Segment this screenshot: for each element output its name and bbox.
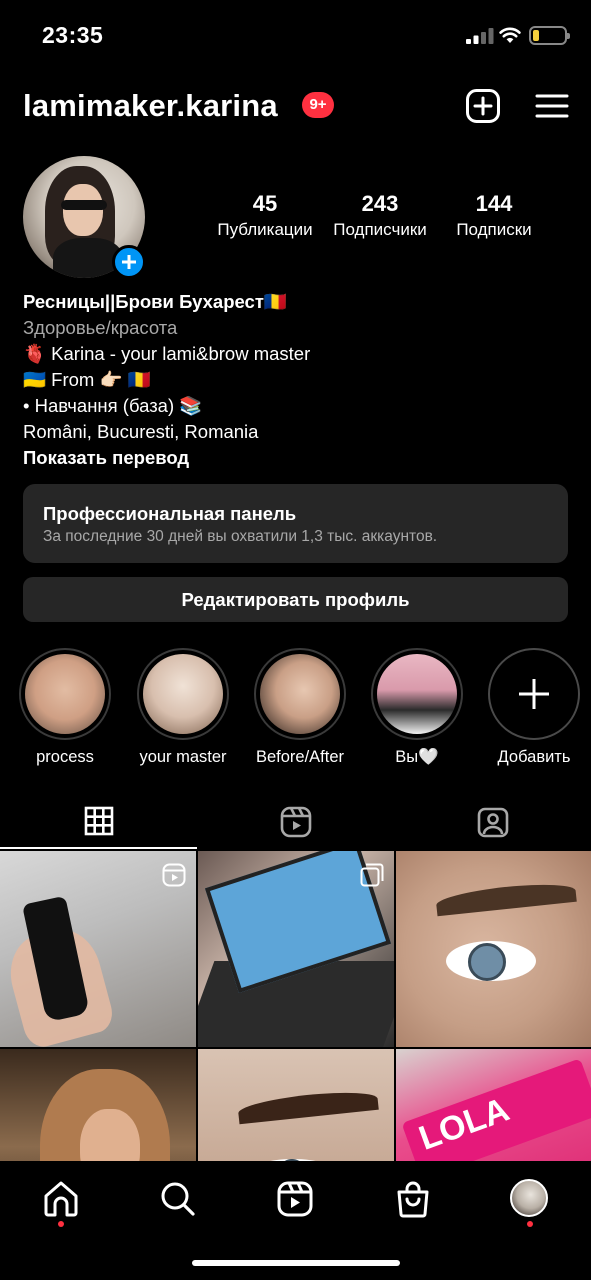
profile-username[interactable]: lamimaker.karina	[23, 84, 278, 128]
pro-panel-subtitle: За последние 30 дней вы охватили 1,3 тыс…	[43, 528, 438, 545]
home-icon[interactable]	[41, 1179, 81, 1219]
post-thumbnail[interactable]	[0, 1049, 196, 1161]
pro-panel-title: Профессиональная панель	[43, 503, 297, 524]
post-thumbnail[interactable]	[198, 1049, 394, 1161]
battery-icon	[529, 26, 570, 45]
highlight-ring	[137, 648, 229, 740]
notification-badge[interactable]: 9+	[302, 92, 334, 118]
post-thumbnail[interactable]	[396, 851, 591, 1047]
highlight-cover	[377, 654, 457, 734]
stat-following-label: Подписки	[456, 220, 532, 239]
bio-name: Ресницы||Брови Бухарест🇷🇴	[23, 291, 287, 312]
tab-tagged[interactable]	[394, 795, 591, 849]
highlight-your-master[interactable]: your master	[137, 648, 229, 768]
status-bar: 23:35	[0, 0, 591, 70]
shopping-bag-icon[interactable]	[393, 1179, 433, 1219]
home-activity-dot	[58, 1221, 64, 1227]
grid-icon	[84, 806, 113, 836]
professional-dashboard-panel[interactable]: Профессиональная панель За последние 30 …	[23, 484, 568, 563]
hamburger-menu-icon[interactable]	[534, 88, 570, 124]
highlight-label: Before/After	[255, 748, 345, 766]
edit-profile-button[interactable]: Редактировать профиль	[23, 577, 568, 622]
profile-content-tabs	[0, 795, 591, 849]
home-indicator[interactable]	[192, 1260, 400, 1266]
post-thumbnail[interactable]: LOLA	[396, 1049, 591, 1161]
bio-location[interactable]: Români, Bucuresti, Romania	[23, 419, 568, 445]
profile-bio: Ресницы||Брови Бухарест🇷🇴 Здоровье/красо…	[23, 289, 568, 471]
add-story-plus-icon[interactable]	[112, 245, 146, 279]
cellular-signal-icon	[466, 28, 494, 44]
reels-icon	[162, 863, 186, 887]
bio-line: 🫀 Karina - your lami&brow master	[23, 343, 311, 364]
highlight-ring	[254, 648, 346, 740]
highlight-label: your master	[139, 748, 227, 766]
search-icon[interactable]	[158, 1179, 198, 1219]
highlight-add-new[interactable]: Добавить	[488, 648, 580, 768]
create-post-icon[interactable]	[465, 88, 501, 124]
show-translation-link[interactable]: Показать перевод	[23, 445, 568, 471]
stat-posts-label: Публикации	[217, 220, 313, 239]
highlight-cover	[260, 654, 340, 734]
highlight-ring	[19, 648, 111, 740]
tab-reels[interactable]	[197, 795, 394, 849]
tab-posts-grid[interactable]	[0, 795, 197, 849]
stat-following[interactable]: 144 Подписки	[441, 190, 547, 242]
tagged-person-icon	[477, 807, 508, 838]
profile-activity-dot	[527, 1221, 533, 1227]
carousel-icon	[360, 863, 384, 887]
avatar	[510, 1179, 548, 1217]
plus-icon	[516, 676, 552, 712]
post-thumbnail[interactable]	[198, 851, 394, 1047]
post-thumbnail[interactable]	[0, 851, 196, 1047]
wifi-icon	[499, 27, 521, 43]
profile-header: lamimaker.karina 9+	[0, 84, 591, 128]
highlight-before-after[interactable]: Before/After	[254, 648, 346, 768]
highlight-label: Вы🤍	[395, 748, 439, 766]
reels-icon	[280, 806, 311, 838]
highlight-reviews[interactable]: Вы🤍	[371, 648, 463, 768]
highlight-label: process	[36, 748, 94, 766]
highlight-label: Добавить	[497, 748, 571, 766]
highlight-ring	[371, 648, 463, 740]
stat-following-count: 144	[475, 191, 513, 216]
posts-grid: LOLA	[0, 851, 591, 1161]
profile-avatar[interactable]	[23, 156, 146, 279]
highlight-cover	[25, 654, 105, 734]
profile-tab-avatar[interactable]	[510, 1179, 550, 1219]
stat-posts[interactable]: 45 Публикации	[212, 190, 318, 242]
stat-followers[interactable]: 243 Подписчики	[327, 190, 433, 242]
bio-category: Здоровье/красота	[23, 317, 178, 338]
reels-icon[interactable]	[275, 1179, 315, 1219]
stat-posts-count: 45	[252, 191, 278, 216]
status-time: 23:35	[42, 22, 104, 48]
bio-line: 🇺🇦 From 👉🏻 🇷🇴	[23, 369, 151, 390]
stat-followers-label: Подписчики	[333, 220, 427, 239]
stat-followers-count: 243	[361, 191, 399, 216]
bio-line: • Навчання (база) 📚	[23, 395, 203, 416]
highlight-cover	[143, 654, 223, 734]
highlight-process[interactable]: process	[19, 648, 111, 768]
highlight-add-ring	[488, 648, 580, 740]
